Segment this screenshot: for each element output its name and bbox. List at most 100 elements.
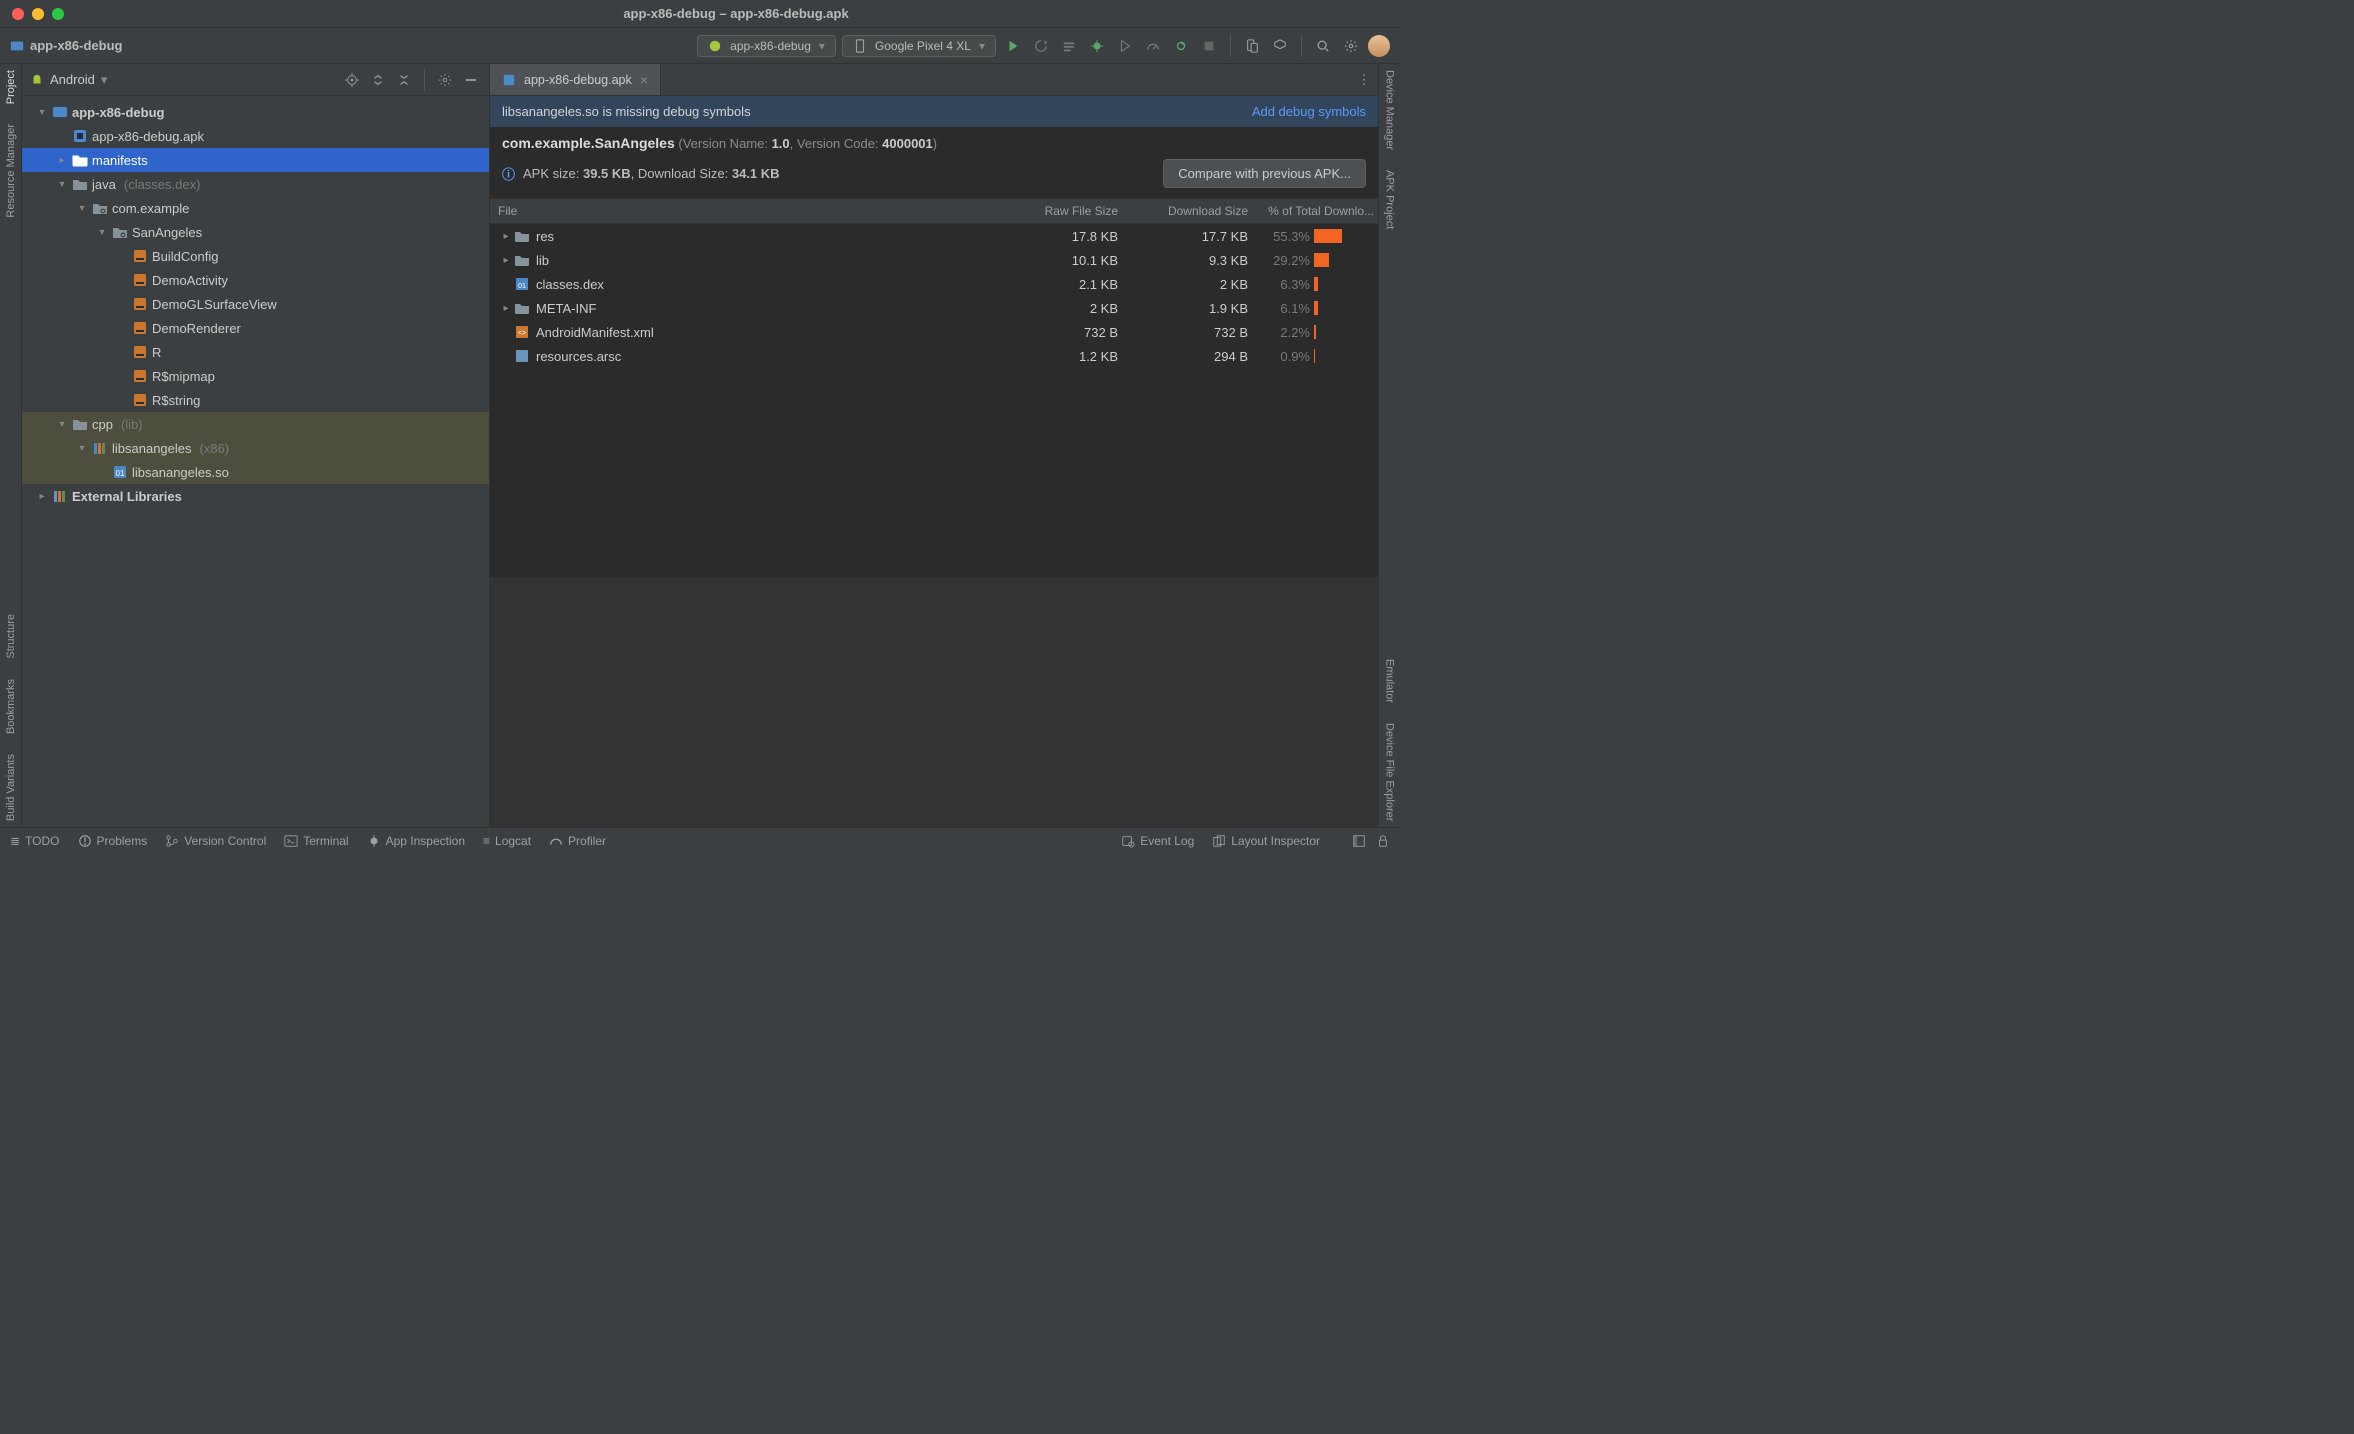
arsc-icon <box>514 348 532 364</box>
breadcrumb[interactable]: app-x86-debug <box>10 38 122 53</box>
tree-row[interactable]: ▸01libsanangeles.so <box>22 460 489 484</box>
tree-row[interactable]: ▸R <box>22 340 489 364</box>
locate-icon[interactable] <box>342 70 362 90</box>
status-ide-icon[interactable] <box>1352 834 1366 848</box>
tree-row[interactable]: ▸DemoRenderer <box>22 316 489 340</box>
col-download[interactable]: Download Size <box>1128 204 1258 218</box>
gutter-device-file-explorer[interactable]: Device File Explorer <box>1384 723 1396 821</box>
tree-row[interactable]: ▸R$string <box>22 388 489 412</box>
attach-debugger-icon[interactable] <box>1170 35 1192 57</box>
collapse-all-icon[interactable] <box>394 70 414 90</box>
percent-text: 6.3% <box>1260 277 1310 292</box>
file-row[interactable]: 01classes.dex2.1 KB2 KB6.3% <box>490 272 1378 296</box>
banner-link[interactable]: Add debug symbols <box>1252 104 1366 119</box>
project-view-selector[interactable]: Android ▾ <box>50 72 107 88</box>
apply-changes-icon[interactable] <box>1030 35 1052 57</box>
expand-all-icon[interactable] <box>368 70 388 90</box>
search-icon[interactable] <box>1312 35 1334 57</box>
tree-row[interactable]: ▸app-x86-debug.apk <box>22 124 489 148</box>
file-row[interactable]: ▸META-INF2 KB1.9 KB6.1% <box>490 296 1378 320</box>
gutter-apk-project[interactable]: APK Project <box>1384 170 1396 229</box>
tree-row[interactable]: ▸manifests <box>22 148 489 172</box>
minimize-window-icon[interactable] <box>32 8 44 20</box>
tree-row[interactable]: ▾app-x86-debug <box>22 100 489 124</box>
chevron-down-icon[interactable]: ▾ <box>76 203 88 214</box>
run-config-selector[interactable]: app-x86-debug ▾ <box>697 35 836 57</box>
tree-row[interactable]: ▸BuildConfig <box>22 244 489 268</box>
file-row[interactable]: ▸res17.8 KB17.7 KB55.3% <box>490 224 1378 248</box>
gutter-project[interactable]: Project <box>5 70 17 104</box>
tree-row[interactable]: ▾SanAngeles <box>22 220 489 244</box>
tree-row[interactable]: ▾com.example <box>22 196 489 220</box>
gutter-resource-manager[interactable]: Resource Manager <box>5 124 17 218</box>
gutter-bookmarks[interactable]: Bookmarks <box>5 679 17 734</box>
gutter-device-manager[interactable]: Device Manager <box>1384 70 1396 150</box>
tree-row[interactable]: ▾cpp(lib) <box>22 412 489 436</box>
chevron-right-icon[interactable]: ▸ <box>498 255 514 266</box>
profiler-icon[interactable] <box>1142 35 1164 57</box>
status-layout-inspector[interactable]: Layout Inspector <box>1212 834 1320 848</box>
coverage-icon[interactable] <box>1114 35 1136 57</box>
tree-row[interactable]: ▸DemoGLSurfaceView <box>22 292 489 316</box>
user-avatar[interactable] <box>1368 35 1390 57</box>
gutter-structure[interactable]: Structure <box>5 614 17 659</box>
tree-row[interactable]: ▸R$mipmap <box>22 364 489 388</box>
status-vcs[interactable]: Version Control <box>165 834 266 848</box>
tree-label: R$string <box>152 393 200 408</box>
status-bar: ≣ TODO Problems Version Control Terminal… <box>0 827 1400 853</box>
device-selector[interactable]: Google Pixel 4 XL ▾ <box>842 35 996 57</box>
chevron-down-icon[interactable]: ▾ <box>56 179 68 190</box>
tab-close-icon[interactable]: × <box>640 72 648 88</box>
col-raw[interactable]: Raw File Size <box>998 204 1128 218</box>
maximize-window-icon[interactable] <box>52 8 64 20</box>
gutter-build-variants[interactable]: Build Variants <box>5 754 17 821</box>
apply-code-changes-icon[interactable] <box>1058 35 1080 57</box>
chevron-right-icon[interactable]: ▸ <box>56 155 68 166</box>
file-row[interactable]: resources.arsc1.2 KB294 B0.9% <box>490 344 1378 368</box>
editor-area: app-x86-debug.apk × ⋮ libsanangeles.so i… <box>490 64 1378 827</box>
col-percent[interactable]: % of Total Downlo... <box>1258 204 1378 218</box>
editor-tab[interactable]: app-x86-debug.apk × <box>490 64 661 95</box>
gutter-emulator[interactable]: Emulator <box>1384 659 1396 703</box>
status-lock-icon[interactable] <box>1376 834 1390 848</box>
stop-button[interactable] <box>1198 35 1220 57</box>
chevron-down-icon[interactable]: ▾ <box>96 227 108 238</box>
chevron-right-icon[interactable]: ▸ <box>498 231 514 242</box>
libs-icon <box>52 488 68 504</box>
status-logcat[interactable]: ≡ Logcat <box>483 834 531 848</box>
run-button[interactable] <box>1002 35 1024 57</box>
sdk-manager-icon[interactable] <box>1269 35 1291 57</box>
status-app-inspection[interactable]: App Inspection <box>367 834 465 848</box>
chevron-down-icon[interactable]: ▾ <box>56 419 68 430</box>
hide-pane-icon[interactable] <box>461 70 481 90</box>
tree-row[interactable]: ▸DemoActivity <box>22 268 489 292</box>
pane-settings-icon[interactable] <box>435 70 455 90</box>
tree-row[interactable]: ▸External Libraries <box>22 484 489 508</box>
settings-icon[interactable] <box>1340 35 1362 57</box>
file-table-body[interactable]: ▸res17.8 KB17.7 KB55.3%▸lib10.1 KB9.3 KB… <box>490 224 1378 577</box>
file-row[interactable]: ▸lib10.1 KB9.3 KB29.2% <box>490 248 1378 272</box>
chevron-down-icon[interactable]: ▾ <box>76 443 88 454</box>
banner-text: libsanangeles.so is missing debug symbol… <box>502 104 751 119</box>
debug-button[interactable] <box>1086 35 1108 57</box>
project-tree[interactable]: ▾app-x86-debug▸app-x86-debug.apk▸manifes… <box>22 96 489 827</box>
device-manager-icon[interactable] <box>1241 35 1263 57</box>
close-window-icon[interactable] <box>12 8 24 20</box>
tab-label: app-x86-debug.apk <box>524 73 632 87</box>
status-terminal[interactable]: Terminal <box>284 834 348 848</box>
status-profiler[interactable]: Profiler <box>549 834 606 848</box>
col-file[interactable]: File <box>490 204 998 218</box>
tab-more-icon[interactable]: ⋮ <box>1350 64 1378 95</box>
tree-label: R <box>152 345 161 360</box>
file-row[interactable]: <>AndroidManifest.xml732 B732 B2.2% <box>490 320 1378 344</box>
compare-apk-button[interactable]: Compare with previous APK... <box>1163 159 1366 188</box>
tree-row[interactable]: ▾libsanangeles(x86) <box>22 436 489 460</box>
status-todo[interactable]: ≣ TODO <box>10 834 60 848</box>
chevron-right-icon[interactable]: ▸ <box>498 303 514 314</box>
status-event-log[interactable]: Event Log <box>1121 834 1194 848</box>
device-icon <box>853 39 867 53</box>
status-problems[interactable]: Problems <box>78 834 148 848</box>
tree-row[interactable]: ▾java(classes.dex) <box>22 172 489 196</box>
chevron-right-icon[interactable]: ▸ <box>36 491 48 502</box>
chevron-down-icon[interactable]: ▾ <box>36 107 48 118</box>
